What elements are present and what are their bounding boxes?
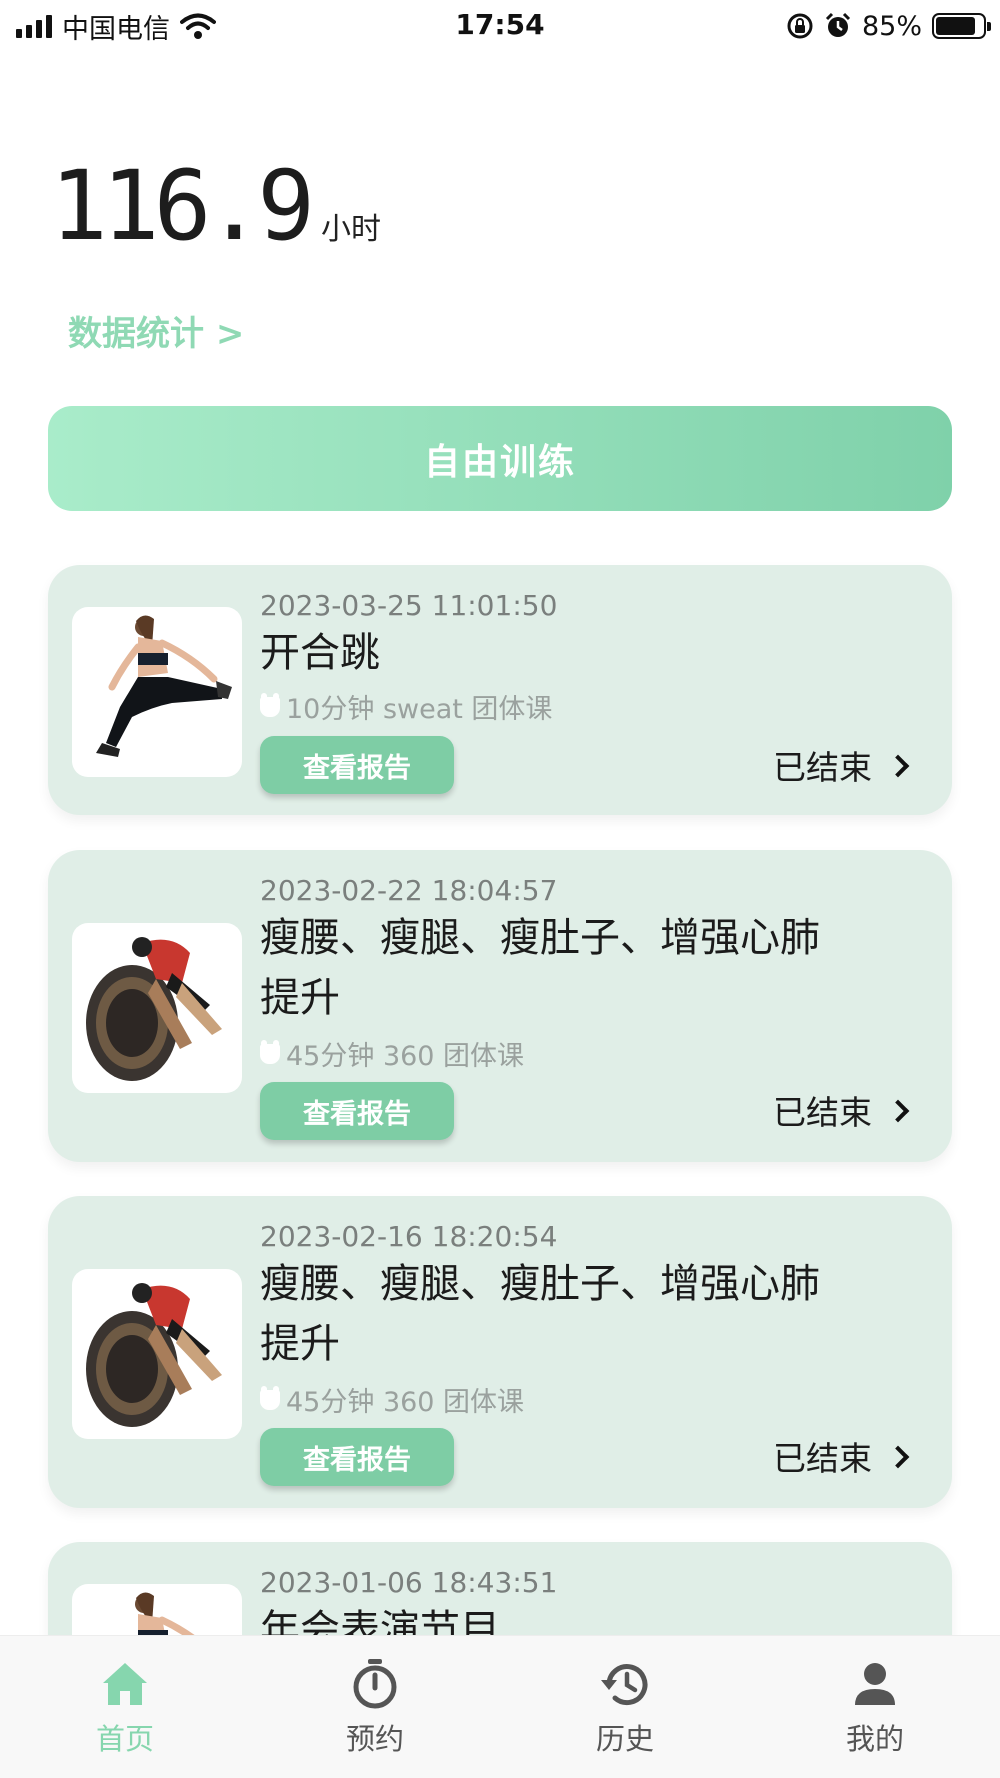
view-report-button[interactable]: 查看报告 xyxy=(260,1082,454,1140)
course-status[interactable]: 已结束 xyxy=(773,1432,910,1480)
tab-label: 我的 xyxy=(845,1722,904,1756)
course-datetime: 2023-02-16 18:20:54 xyxy=(260,1220,558,1253)
tab-history[interactable]: 历史 xyxy=(500,1636,750,1778)
course-title: 年会表演节目 xyxy=(260,1607,500,1635)
chevron-right-icon xyxy=(886,1445,910,1469)
chevron-right-icon xyxy=(886,754,910,778)
course-meta-text: 10分钟 sweat 团体课 xyxy=(286,694,553,725)
cup-icon xyxy=(260,692,280,717)
woman-stretching-image xyxy=(96,615,232,757)
view-report-button[interactable]: 查看报告 xyxy=(260,1428,454,1486)
tab-label: 预约 xyxy=(345,1722,404,1756)
course-meta: 45分钟 360 团体课 xyxy=(260,1034,524,1073)
battery-percent: 85% xyxy=(861,10,922,42)
tab-booking[interactable]: 预约 xyxy=(250,1636,500,1778)
alarm-icon xyxy=(825,12,851,37)
chevron-right-icon xyxy=(886,1099,910,1123)
course-datetime: 2023-03-25 11:01:50 xyxy=(260,589,558,622)
hours-unit: 小时 xyxy=(320,212,381,247)
total-hours: 116.9 小时 xyxy=(50,158,381,254)
free-training-button[interactable]: 自由训练 xyxy=(48,406,952,511)
data-statistics-link[interactable]: 数据统计 > xyxy=(68,306,244,355)
cyclist-image xyxy=(86,937,222,1081)
course-title: 开合跳 xyxy=(260,630,380,676)
course-status[interactable]: 已结束 xyxy=(773,741,910,789)
course-status[interactable]: 已结束 xyxy=(773,1086,910,1134)
person-icon xyxy=(849,1658,901,1710)
course-title: 瘦腰、瘦腿、瘦肚子、增强心肺提升 xyxy=(260,1261,820,1367)
home-icon xyxy=(99,1658,151,1710)
course-status-text: 已结束 xyxy=(773,1439,872,1478)
course-title: 瘦腰、瘦腿、瘦肚子、增强心肺提升 xyxy=(260,915,820,1021)
course-thumbnail xyxy=(72,1269,242,1439)
tab-mine[interactable]: 我的 xyxy=(750,1636,1000,1778)
tab-label: 历史 xyxy=(595,1722,654,1756)
course-card[interactable]: 2023-02-22 18:04:57 瘦腰、瘦腿、瘦肚子、增强心肺提升 45分… xyxy=(48,850,952,1162)
battery-icon xyxy=(932,13,991,39)
course-thumbnail xyxy=(72,607,242,777)
course-datetime: 2023-02-22 18:04:57 xyxy=(260,874,558,907)
course-card[interactable]: 2023-01-06 18:43:51 年会表演节目 xyxy=(48,1542,952,1635)
tab-label: 首页 xyxy=(95,1722,154,1756)
course-thumbnail xyxy=(72,923,242,1093)
course-status-text: 已结束 xyxy=(773,748,872,787)
status-bar: 中国电信 17:54 85% xyxy=(0,0,1000,52)
cup-icon xyxy=(260,1385,280,1410)
course-datetime: 2023-01-06 18:43:51 xyxy=(260,1566,558,1599)
bottom-tab-bar: 首页 预约 历史 我的 xyxy=(0,1635,1000,1778)
hours-value: 116.9 xyxy=(50,150,315,262)
tab-home[interactable]: 首页 xyxy=(0,1636,250,1778)
course-meta: 10分钟 sweat 团体课 xyxy=(260,687,552,726)
course-history-list[interactable]: 2023-03-25 11:01:50 开合跳 10分钟 sweat 团体课 查… xyxy=(0,540,1000,1635)
course-meta-text: 45分钟 360 团体课 xyxy=(286,1387,525,1418)
cup-icon xyxy=(260,1039,280,1064)
history-icon xyxy=(599,1658,651,1710)
course-status-text: 已结束 xyxy=(773,1093,872,1132)
woman-stretching-image xyxy=(135,1592,195,1635)
course-card[interactable]: 2023-02-16 18:20:54 瘦腰、瘦腿、瘦肚子、增强心肺提升 45分… xyxy=(48,1196,952,1508)
course-thumbnail xyxy=(72,1584,242,1635)
rotation-lock-icon xyxy=(787,13,813,39)
course-card[interactable]: 2023-03-25 11:01:50 开合跳 10分钟 sweat 团体课 查… xyxy=(48,565,952,815)
course-meta-text: 45分钟 360 团体课 xyxy=(286,1041,525,1072)
cyclist-image xyxy=(86,1283,222,1427)
course-meta: 45分钟 360 团体课 xyxy=(260,1380,524,1419)
view-report-button[interactable]: 查看报告 xyxy=(260,736,454,794)
stopwatch-icon xyxy=(349,1658,401,1710)
